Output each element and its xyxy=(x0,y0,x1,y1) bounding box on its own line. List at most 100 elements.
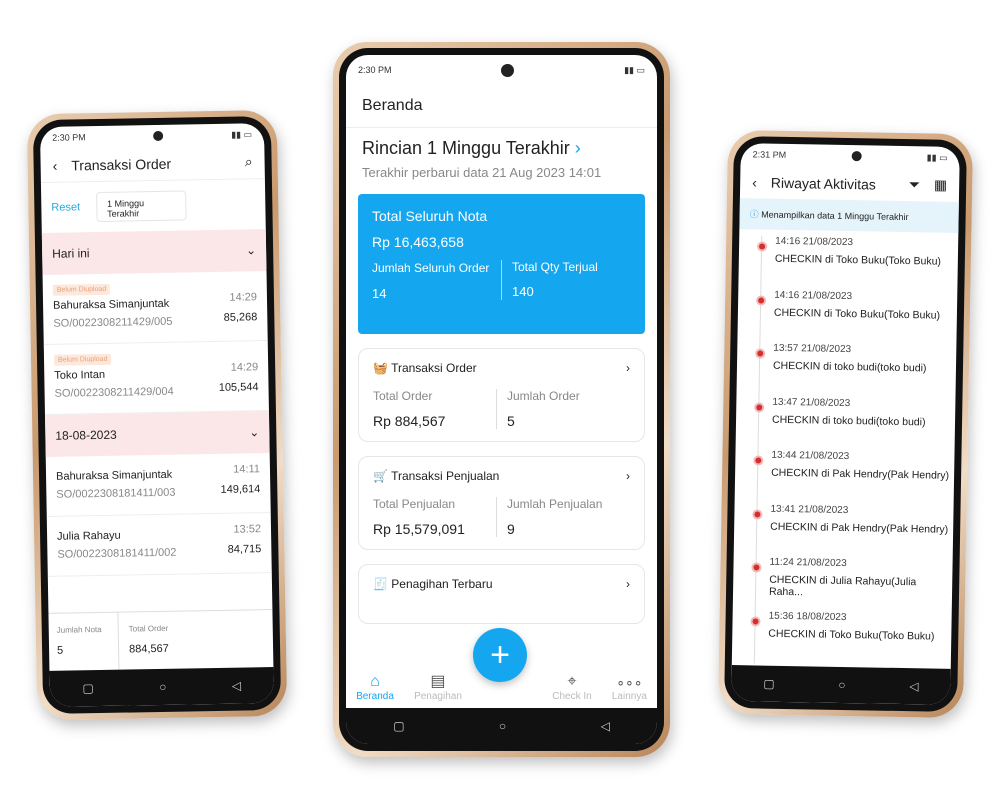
filter-icon[interactable]: ⏷ xyxy=(909,176,920,193)
group-label: Hari ini xyxy=(52,246,90,261)
nav-label: Check In xyxy=(552,691,592,702)
camera xyxy=(501,63,515,77)
home-icon[interactable]: ○ xyxy=(838,678,845,692)
nav-lainnya[interactable]: ∘∘∘ Lainnya xyxy=(612,674,647,702)
timeline-dot xyxy=(751,562,762,573)
home-icon[interactable]: ○ xyxy=(499,719,506,733)
summary-card: Total Seluruh Nota Rp 16,463,658 Jumlah … xyxy=(358,194,645,334)
billing-card[interactable]: 🧾 Penagihan Terbaru › xyxy=(358,564,645,624)
activity-time: 14:16 21/08/2023 xyxy=(774,289,853,302)
battery-icon: ▮▮ ▭ xyxy=(231,128,253,140)
timeline-dot xyxy=(752,508,763,520)
home-icon[interactable]: ○ xyxy=(159,680,166,694)
app-header: ‹ Transaksi Order ⌕ xyxy=(40,145,265,183)
period-select[interactable]: 1 Minggu Terakhir xyxy=(95,190,187,223)
more-icon: ∘∘∘ xyxy=(616,674,643,690)
customer-name: Bahuraksa Simanjuntak xyxy=(52,297,170,312)
summary-value: Rp 16,463,658 xyxy=(372,234,464,250)
order-row[interactable]: Julia Rahayu SO/0022308181411/002 13:52 84,… xyxy=(46,513,272,577)
order-count-value: 5 xyxy=(507,413,515,429)
system-nav: ▢ ○ ◁ xyxy=(346,708,657,744)
timeline-item[interactable]: 13:41 21/08/2023 CHECKIN di Pak Hendry(Pa… xyxy=(734,503,954,560)
order-row[interactable]: Belum Diupload Toko Intan SO/0022308211429… xyxy=(43,341,269,415)
timeline-dot xyxy=(755,348,766,359)
back-icon[interactable]: ‹ xyxy=(52,157,57,173)
page-title: Transaksi Order xyxy=(71,155,172,173)
order-count: 14 xyxy=(372,286,387,301)
activity-description: CHECKIN di toko budi(toko budi) xyxy=(771,413,926,428)
order-row[interactable]: Bahuraksa Simanjuntak SO/0022308181411/00… xyxy=(45,453,271,517)
recents-icon[interactable]: ▢ xyxy=(82,681,94,695)
right-phone: 2:31 PM ▮▮ ▭ ‹ Riwayat Aktivitas ⏷ ▦ ⓘ Menam… xyxy=(717,129,974,719)
activity-time: 14:16 21/08/2023 xyxy=(775,235,854,249)
chevron-right-icon: › xyxy=(626,577,630,591)
camera xyxy=(851,151,862,162)
nav-label: Beranda xyxy=(356,691,394,702)
total-label: Total Order xyxy=(128,623,169,634)
qty-label: Total Qty Terjual xyxy=(512,260,598,274)
clock: 2:31 PM xyxy=(752,149,787,160)
chevron-down-icon: ⌄ xyxy=(245,243,257,258)
sales-count-label: Jumlah Penjualan xyxy=(507,497,603,511)
timeline-item[interactable]: 15:36 18/08/2023 CHECKIN di Toko Buku(Tok… xyxy=(732,610,952,667)
calendar-icon[interactable]: ▦ xyxy=(934,177,948,194)
location-pin-icon: ⌖ xyxy=(567,673,577,690)
timeline-item[interactable]: 13:57 21/08/2023 CHECKIN di toko budi(tok… xyxy=(736,342,956,399)
order-row[interactable]: Belum Diupload Bahuraksa Simanjuntak SO/00… xyxy=(42,271,268,345)
chevron-right-icon: › xyxy=(626,469,630,483)
timeline-item[interactable]: 13:44 21/08/2023 CHECKIN di Pak Hendry(Pa… xyxy=(735,449,955,506)
timeline-item[interactable]: 13:47 21/08/2023 CHECKIN di toko budi(tok… xyxy=(736,396,956,453)
activity-time: 13:44 21/08/2023 xyxy=(771,449,850,463)
sales-card[interactable]: 🛒 Transaksi Penjualan › Total Penjualan Rp… xyxy=(358,456,645,550)
order-amount: 84,715 xyxy=(227,543,262,556)
timeline-item[interactable]: 14:16 21/08/2023 CHECKIN di Toko Buku(Tok… xyxy=(738,235,958,292)
nav-beranda[interactable]: ⌂ Beranda xyxy=(356,673,394,702)
back-icon[interactable]: ‹ xyxy=(752,174,757,190)
group-header[interactable]: 18-08-2023 ⌄ xyxy=(44,411,270,457)
order-summary: Jumlah Nota 5 Total Order 884,567 xyxy=(48,609,274,671)
summary-label: Total Seluruh Nota xyxy=(372,208,488,224)
nav-penagihan[interactable]: ▤ Penagihan xyxy=(414,671,462,702)
system-nav: ▢ ○ ◁ xyxy=(49,667,275,707)
timeline-dot xyxy=(753,455,764,466)
clock: 2:30 PM xyxy=(52,132,86,143)
activity-description: CHECKIN di Pak Hendry(Pak Hendry) xyxy=(771,466,950,482)
chevron-down-icon: ⌄ xyxy=(249,425,260,440)
back-nav-icon[interactable]: ◁ xyxy=(601,719,610,733)
activity-description: CHECKIN di Toko Buku(Toko Buku) xyxy=(774,252,942,268)
order-amount: 149,614 xyxy=(220,483,261,496)
order-count-label: Jumlah Seluruh Order xyxy=(372,261,490,275)
order-count-label: Jumlah Order xyxy=(507,389,580,403)
activity-description: CHECKIN di Toko Buku(Toko Buku) xyxy=(768,627,935,643)
activity-description: CHECKIN di Pak Hendry(Pak Hendry) xyxy=(770,520,949,536)
recents-icon[interactable]: ▢ xyxy=(763,677,775,691)
activity-time: 11:24 21/08/2023 xyxy=(769,556,847,570)
recents-icon[interactable]: ▢ xyxy=(393,719,404,733)
add-button[interactable]: + xyxy=(473,628,527,682)
activity-time: 13:57 21/08/2023 xyxy=(773,342,852,356)
section-heading[interactable]: Rincian 1 Minggu Terakhir › xyxy=(346,128,657,159)
activity-time: 15:36 18/08/2023 xyxy=(768,610,847,623)
timeline-dot xyxy=(756,241,768,252)
total-order-value: Rp 884,567 xyxy=(373,413,446,429)
sales-count-value: 9 xyxy=(507,521,515,537)
group-header[interactable]: Hari ini ⌄ xyxy=(41,229,267,275)
back-nav-icon[interactable]: ◁ xyxy=(232,679,241,693)
order-amount: 105,544 xyxy=(218,381,259,394)
nav-checkin[interactable]: ⌖ Check In xyxy=(552,673,591,702)
order-time: 14:29 xyxy=(230,361,259,374)
back-nav-icon[interactable]: ◁ xyxy=(909,679,918,693)
reset-button[interactable]: Reset xyxy=(51,201,80,213)
qty-value: 140 xyxy=(512,284,534,299)
battery-icon: ▮▮ ▭ xyxy=(624,64,645,75)
timeline-item[interactable]: 14:16 21/08/2023 CHECKIN di Toko Buku(Tok… xyxy=(737,289,957,346)
info-text: Menampilkan data 1 Minggu Terakhir xyxy=(761,209,909,223)
search-icon[interactable]: ⌕ xyxy=(245,153,253,170)
status-badge: Belum Diupload xyxy=(52,283,111,296)
cart-icon: 🛒 xyxy=(373,469,388,483)
total-sales-label: Total Penjualan xyxy=(373,497,456,511)
timeline-item[interactable]: 11:24 21/08/2023 CHECKIN di Julia Rahayu(… xyxy=(733,556,953,613)
nav-label: Lainnya xyxy=(611,691,647,702)
total-order-label: Total Order xyxy=(373,389,433,403)
order-card[interactable]: 🧺 Transaksi Order › Total Order Rp 884,567… xyxy=(358,348,645,442)
